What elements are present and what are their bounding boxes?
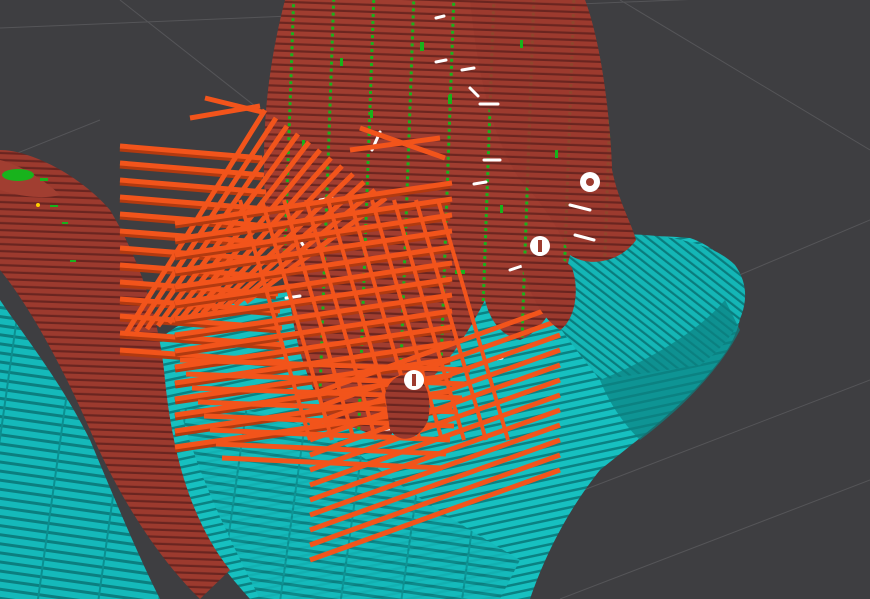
retraction-marker [580,172,600,192]
retraction-marker [530,236,550,256]
retraction-marker [404,370,424,390]
gcode-preview-canvas[interactable] [0,0,870,599]
3d-preview-viewport[interactable] [0,0,870,599]
